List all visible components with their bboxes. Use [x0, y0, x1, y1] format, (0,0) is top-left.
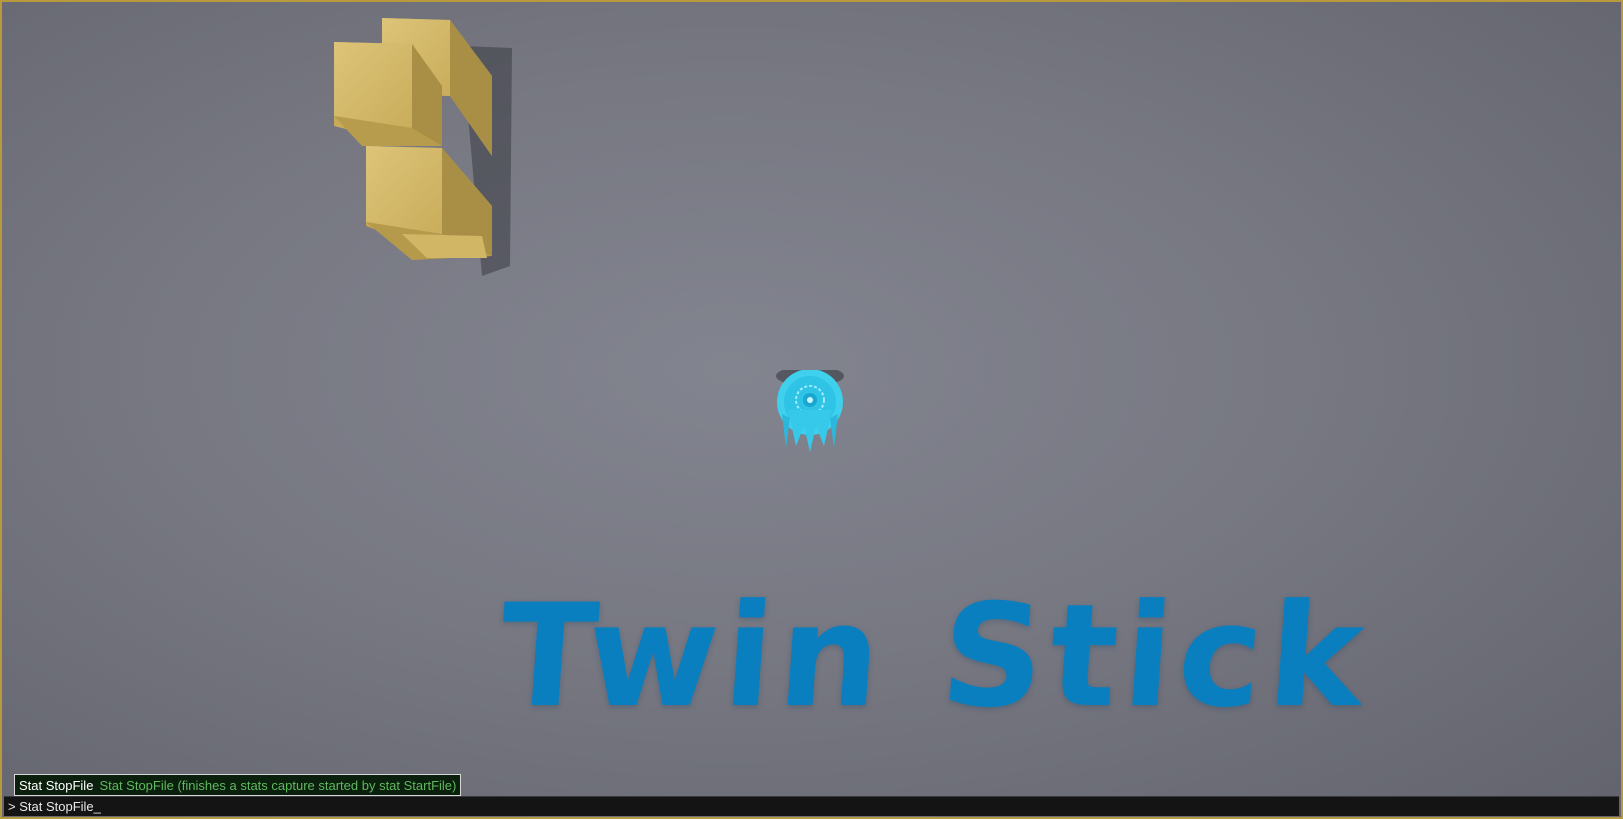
console-prompt: >	[8, 799, 20, 814]
player-ship	[776, 370, 844, 452]
game-title-text: Twin Stick	[494, 574, 1375, 739]
yellow-block-obstacle	[334, 18, 512, 276]
console-autocomplete-suggestion[interactable]: Stat StopFile Stat StopFile (finishes a …	[14, 774, 462, 796]
console-input-value: Stat StopFile	[19, 799, 94, 814]
game-viewport[interactable]: Twin Stick	[0, 0, 1623, 819]
autocomplete-command: Stat StopFile	[19, 777, 94, 793]
console-cursor: _	[93, 799, 101, 814]
console-input[interactable]: > Stat StopFile_	[4, 796, 1619, 816]
autocomplete-description: Stat StopFile (finishes a stats capture …	[99, 777, 457, 793]
